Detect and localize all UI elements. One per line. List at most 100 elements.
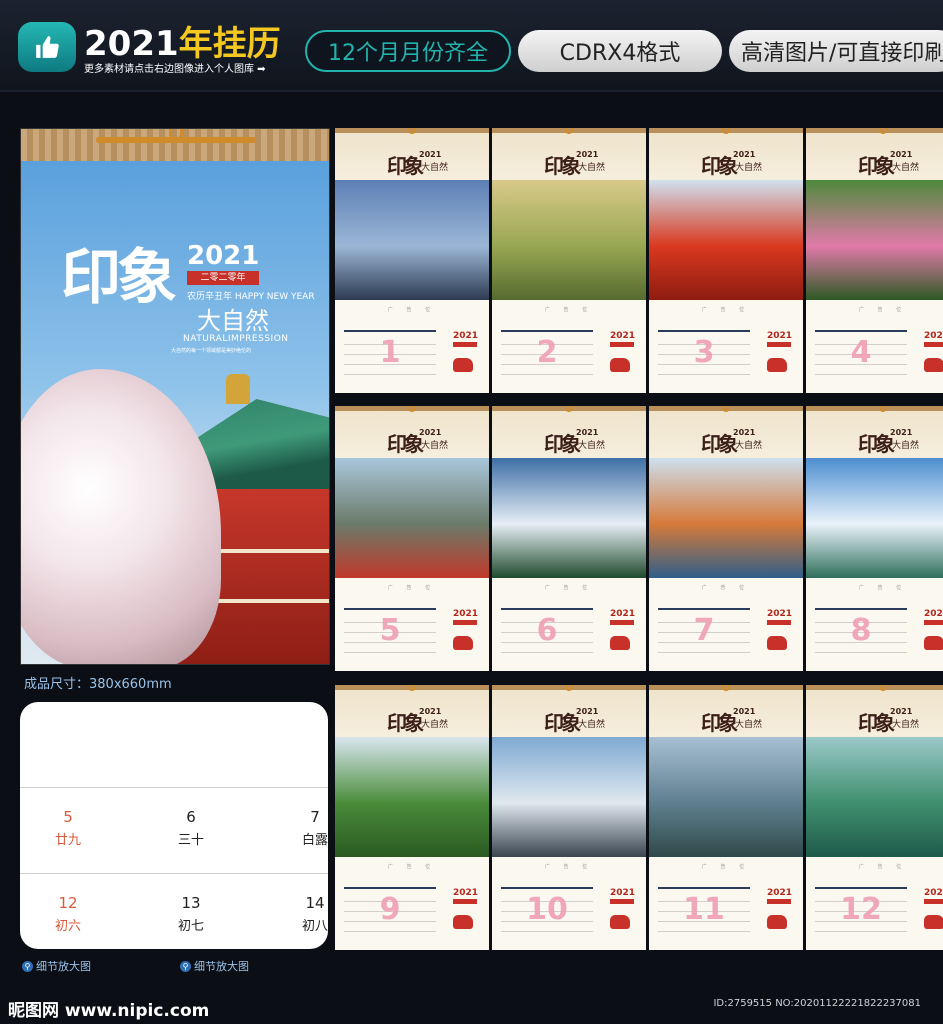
side-red-bar bbox=[924, 620, 943, 625]
month-day-grid: 12 bbox=[815, 887, 907, 939]
grid-line bbox=[815, 374, 907, 375]
month-page[interactable]: 印象 2021 大自然广 告 位 9 2021 bbox=[335, 685, 489, 950]
month-page[interactable]: 印象 2021 大自然广 告 位 11 2021 bbox=[649, 685, 803, 950]
ad-space-label: 广 告 位 bbox=[544, 585, 594, 591]
side-red-bar bbox=[924, 342, 943, 347]
side-year: 2021 bbox=[767, 609, 793, 619]
page-brand: 印象 bbox=[858, 711, 895, 735]
cover-tagline: 大自然的每一个领域都是美妙绝伦的 bbox=[171, 348, 252, 354]
month-number: 1 bbox=[379, 335, 401, 370]
month-number: 10 bbox=[526, 892, 568, 927]
month-page[interactable]: 印象 2021 大自然广 告 位 3 2021 bbox=[649, 128, 803, 393]
day-number: 13 bbox=[181, 894, 201, 912]
ad-space-label: 广 告 位 bbox=[544, 864, 594, 870]
month-photo-river-gorge bbox=[335, 458, 489, 578]
page-title: 2021年挂历 bbox=[84, 16, 281, 65]
lunar-date: 廿九 bbox=[54, 833, 81, 848]
page-nature: 大自然 bbox=[892, 720, 920, 730]
ad-space-label: 广 告 位 bbox=[387, 307, 437, 313]
month-number: 3 bbox=[693, 335, 715, 370]
page-brand: 印象 bbox=[858, 432, 895, 456]
month-page[interactable]: 印象2021大自然广 告 位82021 bbox=[806, 406, 943, 671]
day-number: 6 bbox=[186, 808, 196, 826]
lunar-date: 初六 bbox=[54, 919, 81, 934]
side-year: 2021 bbox=[924, 888, 943, 898]
page-year: 2021 bbox=[576, 150, 599, 159]
month-photo-hazy-mountains bbox=[649, 737, 803, 857]
page-year: 2021 bbox=[576, 428, 599, 437]
thumbs-up-icon[interactable] bbox=[18, 22, 76, 72]
side-red-bar bbox=[453, 899, 477, 904]
month-page[interactable]: 印象 2021 大自然广 告 位 2 2021 bbox=[492, 128, 646, 393]
side-year: 2021 bbox=[924, 609, 943, 619]
detail-zoom-link[interactable]: ⚲ 细节放大图 bbox=[180, 958, 249, 974]
ad-space-label: 广 告 位 bbox=[858, 585, 908, 591]
detail-zoom-link[interactable]: ⚲ 细节放大图 bbox=[22, 958, 91, 974]
month-day-grid: 7 bbox=[658, 608, 750, 660]
page-brand: 印象 bbox=[387, 154, 424, 178]
month-day-grid: 4 bbox=[815, 330, 907, 382]
ad-space-label: 广 告 位 bbox=[701, 307, 751, 313]
subtitle[interactable]: 更多素材请点击右边图像进入个人图库 ➡ bbox=[84, 60, 266, 75]
side-red-bar bbox=[767, 899, 791, 904]
month-number: 2 bbox=[536, 335, 558, 370]
side-red-bar bbox=[767, 620, 791, 625]
tag-months-complete: 12个月月份齐全 bbox=[305, 30, 511, 72]
page-brand: 印象 bbox=[387, 432, 424, 456]
day-number: 7 bbox=[310, 808, 320, 826]
side-red-bar bbox=[610, 620, 634, 625]
month-number: 8 bbox=[850, 613, 872, 648]
side-year: 2021 bbox=[610, 609, 636, 619]
side-year: 2021 bbox=[453, 331, 479, 341]
detail-link-label: 细节放大图 bbox=[194, 960, 249, 973]
grid-line bbox=[501, 931, 593, 932]
page-year: 2021 bbox=[419, 707, 442, 716]
month-number: 9 bbox=[379, 892, 401, 927]
page-nature: 大自然 bbox=[421, 720, 449, 730]
month-page[interactable]: 印象2021大自然广 告 位122021 bbox=[806, 685, 943, 950]
grid-line bbox=[658, 374, 750, 375]
page-year: 2021 bbox=[890, 428, 913, 437]
month-day-grid: 6 bbox=[501, 608, 593, 660]
day-cell: 7 白露 bbox=[285, 808, 328, 848]
ox-papercut-icon bbox=[453, 358, 473, 372]
ox-papercut-icon bbox=[924, 636, 943, 650]
side-year: 2021 bbox=[610, 888, 636, 898]
side-year: 2021 bbox=[767, 331, 793, 341]
grid-line bbox=[815, 652, 907, 653]
month-page[interactable]: 印象 2021 大自然广 告 位 6 2021 bbox=[492, 406, 646, 671]
month-page[interactable]: 印象 2021 大自然广 告 位 5 2021 bbox=[335, 406, 489, 671]
cover-nature-title: 大自然 bbox=[197, 307, 269, 335]
page-nature: 大自然 bbox=[578, 720, 606, 730]
page-nature: 大自然 bbox=[578, 163, 606, 173]
magnifier-icon: ⚲ bbox=[22, 960, 33, 972]
page-nature: 大自然 bbox=[735, 441, 763, 451]
day-cell: 6 三十 bbox=[161, 808, 221, 848]
month-page[interactable]: 印象 2021 大自然广 告 位 7 2021 bbox=[649, 406, 803, 671]
ad-space-label: 广 告 位 bbox=[858, 864, 908, 870]
ad-space-label: 广 告 位 bbox=[701, 585, 751, 591]
site-logo[interactable]: 昵图网 www.nipic.com bbox=[8, 996, 209, 1021]
day-cell: 14 初八 bbox=[285, 894, 328, 934]
ox-papercut-icon bbox=[610, 636, 630, 650]
page-brand: 印象 bbox=[858, 154, 895, 178]
grid-line bbox=[501, 374, 593, 375]
grid-line bbox=[815, 931, 907, 932]
month-page[interactable]: 印象 2021 大自然广 告 位 10 2021 bbox=[492, 685, 646, 950]
day-number: 12 bbox=[58, 894, 78, 912]
ox-papercut-icon bbox=[767, 915, 787, 929]
page-brand: 印象 bbox=[387, 711, 424, 735]
side-red-bar bbox=[453, 342, 477, 347]
month-page[interactable]: 印象2021大自然广 告 位42021 bbox=[806, 128, 943, 393]
footer-bar: 昵图网 www.nipic.com ID:2759515 NO:20201122… bbox=[0, 980, 943, 1024]
page-year: 2021 bbox=[419, 150, 442, 159]
ad-space-label: 广 告 位 bbox=[387, 864, 437, 870]
page-year: 2021 bbox=[733, 428, 756, 437]
month-page[interactable]: 印象 2021 大自然广 告 位 1 2021 bbox=[335, 128, 489, 393]
page-year: 2021 bbox=[733, 707, 756, 716]
page-brand: 印象 bbox=[544, 432, 581, 456]
side-year: 2021 bbox=[453, 609, 479, 619]
month-number: 4 bbox=[850, 335, 872, 370]
day-number: 5 bbox=[63, 808, 73, 826]
side-red-bar bbox=[453, 620, 477, 625]
